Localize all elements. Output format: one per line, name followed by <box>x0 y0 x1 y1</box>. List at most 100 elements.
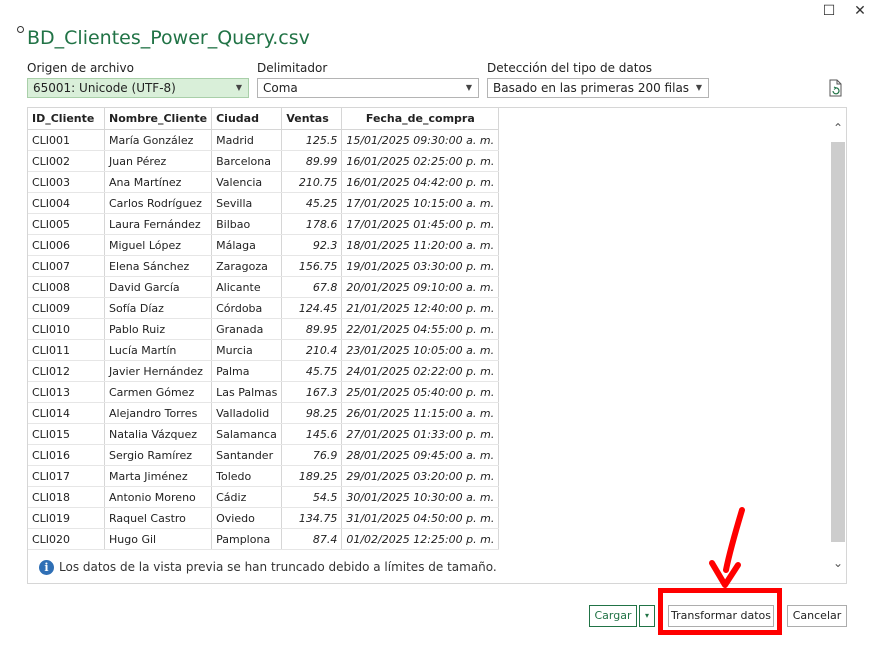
cell-city: Córdoba <box>211 297 283 319</box>
chevron-down-icon: ▼ <box>695 83 702 92</box>
cell-id: CLI008 <box>28 276 105 298</box>
cell-date: 17/01/2025 01:45:00 p. m. <box>341 213 500 235</box>
table-row: CLI007 Elena Sánchez Zaragoza 156.75 19/01/2… <box>28 255 500 277</box>
cell-city: Santander <box>211 444 283 466</box>
cell-sales: 167.3 <box>281 381 343 403</box>
cell-id: CLI020 <box>28 528 105 550</box>
table-row: CLI012 Javier Hernández Palma 45.75 24/01/20… <box>28 360 500 382</box>
cell-name: Elena Sánchez <box>104 255 213 277</box>
cell-name: Laura Fernández <box>104 213 213 235</box>
notice-text: Los datos de la vista previa se han trun… <box>59 560 497 574</box>
title-dot-icon <box>17 26 24 33</box>
cell-name: Raquel Castro <box>104 507 213 529</box>
cancel-button[interactable]: Cancelar <box>787 605 847 627</box>
cell-sales: 54.5 <box>281 486 343 508</box>
cell-date: 23/01/2025 10:05:00 a. m. <box>341 339 500 361</box>
cell-name: Sergio Ramírez <box>104 444 213 466</box>
cell-date: 31/01/2025 04:50:00 p. m. <box>341 507 500 529</box>
cell-city: Las Palmas <box>211 381 283 403</box>
preview-table: ID_Cliente Nombre_Cliente Ciudad Ventas … <box>28 108 500 550</box>
table-row: CLI013 Carmen Gómez Las Palmas 167.3 25/01/2… <box>28 381 500 403</box>
dialog-title: BD_Clientes_Power_Query.csv <box>27 27 310 49</box>
table-row: CLI008 David García Alicante 67.8 20/01/2025… <box>28 276 500 298</box>
table-row: CLI004 Carlos Rodríguez Sevilla 45.25 17/01/… <box>28 192 500 214</box>
table-row: CLI001 María González Madrid 125.5 15/01/202… <box>28 129 500 151</box>
cell-date: 20/01/2025 09:10:00 a. m. <box>341 276 500 298</box>
cell-name: Pablo Ruiz <box>104 318 213 340</box>
cell-date: 24/01/2025 02:22:00 p. m. <box>341 360 500 382</box>
cell-id: CLI013 <box>28 381 105 403</box>
cell-city: Alicante <box>211 276 283 298</box>
cell-sales: 98.25 <box>281 402 343 424</box>
cell-date: 18/01/2025 11:20:00 a. m. <box>341 234 500 256</box>
cell-date: 22/01/2025 04:55:00 p. m. <box>341 318 500 340</box>
cell-city: Cádiz <box>211 486 283 508</box>
refresh-file-icon[interactable] <box>826 79 844 97</box>
red-arrow-icon <box>709 507 745 588</box>
load-dropdown-button[interactable]: ▾ <box>639 605 655 627</box>
origin-select[interactable]: 65001: Unicode (UTF-8) ▼ <box>27 78 249 98</box>
cell-sales: 125.5 <box>281 129 343 151</box>
close-button[interactable]: ✕ <box>849 2 871 20</box>
cell-date: 15/01/2025 09:30:00 a. m. <box>341 129 500 151</box>
cell-name: Antonio Moreno <box>104 486 213 508</box>
column-header: Ciudad <box>211 108 283 130</box>
table-row: CLI017 Marta Jiménez Toledo 189.25 29/01/202… <box>28 465 500 487</box>
cell-id: CLI011 <box>28 339 105 361</box>
cell-sales: 67.8 <box>281 276 343 298</box>
cell-name: Sofía Díaz <box>104 297 213 319</box>
load-button[interactable]: Cargar <box>589 605 637 627</box>
scroll-down-icon[interactable]: ⌄ <box>830 553 846 573</box>
delimiter-select[interactable]: Coma ▼ <box>257 78 479 98</box>
column-header: ID_Cliente <box>28 108 105 130</box>
table-row: CLI009 Sofía Díaz Córdoba 124.45 21/01/2025 … <box>28 297 500 319</box>
scroll-thumb[interactable] <box>831 142 845 542</box>
cell-sales: 45.75 <box>281 360 343 382</box>
table-row: CLI006 Miguel López Málaga 92.3 18/01/2025 1… <box>28 234 500 256</box>
table-row: CLI015 Natalia Vázquez Salamanca 145.6 27/01… <box>28 423 500 445</box>
cell-id: CLI016 <box>28 444 105 466</box>
cell-name: Javier Hernández <box>104 360 213 382</box>
cell-name: Hugo Gil <box>104 528 213 550</box>
vertical-scrollbar[interactable]: ⌃ ⌄ <box>830 118 846 573</box>
detection-select[interactable]: Basado en las primeras 200 filas ▼ <box>487 78 709 98</box>
column-header: Fecha_de_compra <box>341 108 500 130</box>
cell-sales: 92.3 <box>281 234 343 256</box>
cell-name: Marta Jiménez <box>104 465 213 487</box>
table-row: CLI005 Laura Fernández Bilbao 178.6 17/01/20… <box>28 213 500 235</box>
cell-id: CLI007 <box>28 255 105 277</box>
detection-label: Detección del tipo de datos <box>487 61 653 75</box>
cell-name: María González <box>104 129 213 151</box>
table-row: CLI002 Juan Pérez Barcelona 89.99 16/01/2025… <box>28 150 500 172</box>
cell-sales: 87.4 <box>281 528 343 550</box>
column-header: Nombre_Cliente <box>104 108 213 130</box>
cell-id: CLI010 <box>28 318 105 340</box>
origin-label: Origen de archivo <box>27 61 134 75</box>
cell-city: Málaga <box>211 234 283 256</box>
cell-sales: 210.75 <box>281 171 343 193</box>
cell-sales: 89.95 <box>281 318 343 340</box>
cell-city: Sevilla <box>211 192 283 214</box>
column-header: Ventas <box>281 108 343 130</box>
cell-sales: 134.75 <box>281 507 343 529</box>
cell-city: Pamplona <box>211 528 283 550</box>
cell-city: Bilbao <box>211 213 283 235</box>
cell-date: 27/01/2025 01:33:00 p. m. <box>341 423 500 445</box>
cell-sales: 124.45 <box>281 297 343 319</box>
cell-id: CLI014 <box>28 402 105 424</box>
maximize-button[interactable]: ☐ <box>818 2 840 20</box>
delimiter-value: Coma <box>263 81 298 95</box>
table-row: CLI011 Lucía Martín Murcia 210.4 23/01/2025 … <box>28 339 500 361</box>
cell-name: Carmen Gómez <box>104 381 213 403</box>
cell-name: David García <box>104 276 213 298</box>
cell-date: 01/02/2025 12:25:00 p. m. <box>341 528 500 550</box>
scroll-up-icon[interactable]: ⌃ <box>830 118 846 138</box>
highlight-box <box>658 588 782 635</box>
cell-id: CLI004 <box>28 192 105 214</box>
cell-id: CLI001 <box>28 129 105 151</box>
cell-date: 29/01/2025 03:20:00 p. m. <box>341 465 500 487</box>
cell-id: CLI019 <box>28 507 105 529</box>
cell-name: Miguel López <box>104 234 213 256</box>
cell-city: Oviedo <box>211 507 283 529</box>
cell-id: CLI009 <box>28 297 105 319</box>
